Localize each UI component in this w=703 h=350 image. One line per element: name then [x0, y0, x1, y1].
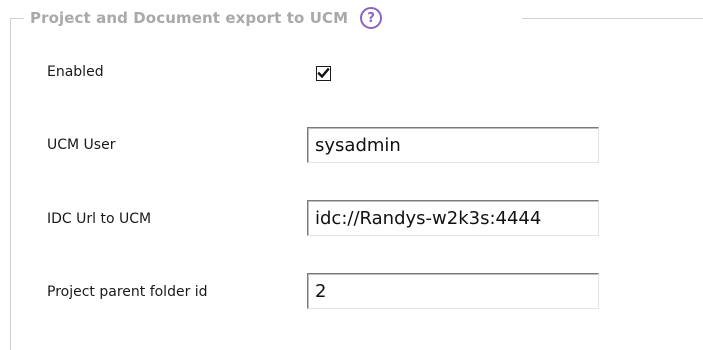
parent-folder-id-label: Project parent folder id	[47, 284, 208, 300]
fieldset-border-top-left	[10, 18, 24, 19]
fieldset-legend: Project and Document export to UCM ?	[30, 7, 383, 29]
ucm-user-label: UCM User	[47, 137, 116, 153]
section-title: Project and Document export to UCM	[30, 9, 349, 27]
ucm-user-input[interactable]	[307, 127, 599, 163]
checkmark-icon	[317, 67, 330, 79]
idc-url-input[interactable]	[307, 200, 599, 236]
parent-folder-id-input[interactable]	[307, 273, 599, 309]
settings-panel: Project and Document export to UCM ? Ena…	[0, 0, 703, 350]
enabled-checkbox[interactable]	[316, 66, 331, 81]
enabled-label: Enabled	[47, 64, 104, 80]
help-question-icon[interactable]: ?	[360, 7, 383, 29]
idc-url-label: IDC Url to UCM	[47, 211, 152, 227]
fieldset-border-left	[10, 18, 11, 350]
fieldset-border-top-right	[522, 18, 703, 19]
